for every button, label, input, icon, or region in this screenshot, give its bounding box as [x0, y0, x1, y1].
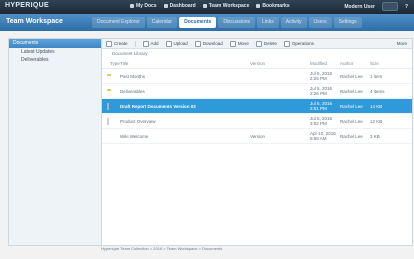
modified-cell: Jul 5, 2016 2:25 PM [310, 71, 333, 81]
team-workspace-link[interactable]: Team Workspace [202, 3, 249, 9]
sidebar-header[interactable]: Documents [9, 39, 101, 48]
header-title[interactable]: Title [120, 59, 250, 68]
header-spacer [390, 59, 408, 68]
download-icon [194, 40, 201, 47]
sidebar-item-deliverables[interactable]: Deliverables [9, 56, 101, 64]
table-row[interactable]: Past Months Jul 5, 2016 2:25 PM Rachel L… [102, 69, 412, 84]
create-button[interactable]: Create [106, 40, 128, 47]
file-name[interactable]: Past Months [120, 74, 250, 79]
size-cell: 1 item [370, 73, 383, 79]
document-icon [107, 117, 109, 125]
more-button[interactable]: More [397, 41, 407, 46]
author-cell: Rachel Lee [340, 118, 363, 124]
tab-links[interactable]: Links [257, 17, 279, 28]
upload-icon [165, 40, 172, 47]
tab-settings[interactable]: Settings [333, 17, 362, 28]
create-icon [106, 40, 112, 47]
delete-icon [255, 40, 262, 47]
left-sidebar: Documents Latest Updates Deliverables [8, 38, 102, 246]
move-icon [229, 40, 236, 47]
size-cell: 3 KB [370, 133, 380, 139]
header-version[interactable]: Version [250, 59, 310, 68]
modified-cell: Jul 5, 2016 2:26 PM [310, 86, 333, 96]
header-author[interactable]: Author [340, 59, 370, 68]
app-window: HYPERIQUE My Docs Dashboard Team Workspa… [0, 0, 414, 259]
file-name[interactable]: Draft Report Documents Version 02 [120, 104, 250, 109]
file-name[interactable]: Deliverables [120, 89, 250, 94]
table-row-selected[interactable]: Draft Report Documents Version 02 Jul 5,… [102, 99, 412, 114]
nav-tabs: Document Explorer Calendar Documents Dis… [92, 17, 362, 28]
operations-button[interactable]: Operations [283, 40, 314, 47]
status-bar: Hyperique Team Collection > 2016 > Team … [101, 246, 223, 251]
size-cell: 12 KB [370, 118, 383, 124]
move-button[interactable]: Move [229, 40, 249, 47]
author-cell: Rachel Lee [340, 103, 363, 109]
header-modified[interactable]: Modified [310, 59, 340, 68]
workspace-icon [202, 4, 207, 8]
dashboard-link[interactable]: Dashboard [163, 3, 196, 9]
breadcrumb[interactable]: Document Library [102, 49, 412, 59]
my-docs-link[interactable]: My Docs [130, 3, 157, 9]
download-button[interactable]: Download [194, 40, 223, 47]
version-cell: Version [250, 133, 266, 139]
toolbar-divider [134, 40, 136, 47]
operations-icon [283, 40, 290, 47]
document-panel: Create Add Upload Download Move Delete O… [101, 38, 413, 246]
upload-button[interactable]: Upload [165, 40, 188, 47]
user-menu[interactable]: Modern User [344, 4, 375, 10]
size-cell: 14 KB [370, 103, 383, 109]
modified-cell: Jul 5, 2016 2:51 PM [310, 101, 333, 111]
size-cell: 4 items [370, 88, 385, 94]
brand-logo: HYPERIQUE [5, 2, 49, 9]
tab-calendar[interactable]: Calendar [146, 17, 178, 28]
document-icon [107, 102, 109, 110]
search-icon[interactable] [381, 2, 398, 11]
table-row[interactable]: Wiki Welcome Version Apr 10, 2016 9:58 A… [102, 129, 412, 144]
top-bar: HYPERIQUE My Docs Dashboard Team Workspa… [0, 0, 414, 14]
add-button[interactable]: Add [142, 40, 159, 47]
user-area: Modern User ? [344, 2, 408, 11]
table-header: Type Title Version Modified Author Size [102, 59, 412, 69]
add-icon [142, 40, 149, 47]
delete-button[interactable]: Delete [255, 40, 277, 47]
tab-document-explorer[interactable]: Document Explorer [92, 17, 145, 28]
tab-users[interactable]: Users [308, 17, 332, 28]
dashboard-icon [163, 4, 168, 8]
document-toolbar: Create Add Upload Download Move Delete O… [102, 39, 412, 49]
table-row[interactable]: Product Overview Jul 5, 2016 3:52 PM Rac… [102, 114, 412, 129]
tab-discussions[interactable]: Discussions [218, 17, 256, 28]
file-name[interactable]: Product Overview [120, 119, 250, 124]
documents-icon [130, 4, 134, 8]
tab-documents[interactable]: Documents [179, 17, 217, 28]
header-type[interactable]: Type [102, 59, 120, 68]
help-icon[interactable]: ? [405, 4, 408, 10]
bookmark-icon [256, 4, 261, 8]
modified-cell: Apr 10, 2016 9:58 AM [310, 131, 336, 141]
sidebar-item-latest-updates[interactable]: Latest Updates [9, 48, 101, 56]
author-cell: Rachel Lee [340, 133, 363, 139]
navigation-bar: Team Workspace Document Explorer Calenda… [0, 14, 414, 31]
row-icon-cell [102, 117, 120, 125]
author-cell: Rachel Lee [340, 73, 363, 79]
workspace-title: Team Workspace [6, 18, 63, 25]
modified-cell: Jul 5, 2016 3:52 PM [310, 116, 333, 126]
row-icon-cell [102, 102, 120, 110]
top-links: My Docs Dashboard Team Workspace Bookmar… [130, 3, 290, 9]
header-size[interactable]: Size [370, 59, 390, 68]
file-name[interactable]: Wiki Welcome [120, 134, 250, 139]
table-row[interactable]: Deliverables Jul 5, 2016 2:26 PM Rachel … [102, 84, 412, 99]
bookmarks-link[interactable]: Bookmarks [256, 3, 290, 9]
author-cell: Rachel Lee [340, 88, 363, 94]
tab-activity[interactable]: Activity [280, 17, 307, 28]
